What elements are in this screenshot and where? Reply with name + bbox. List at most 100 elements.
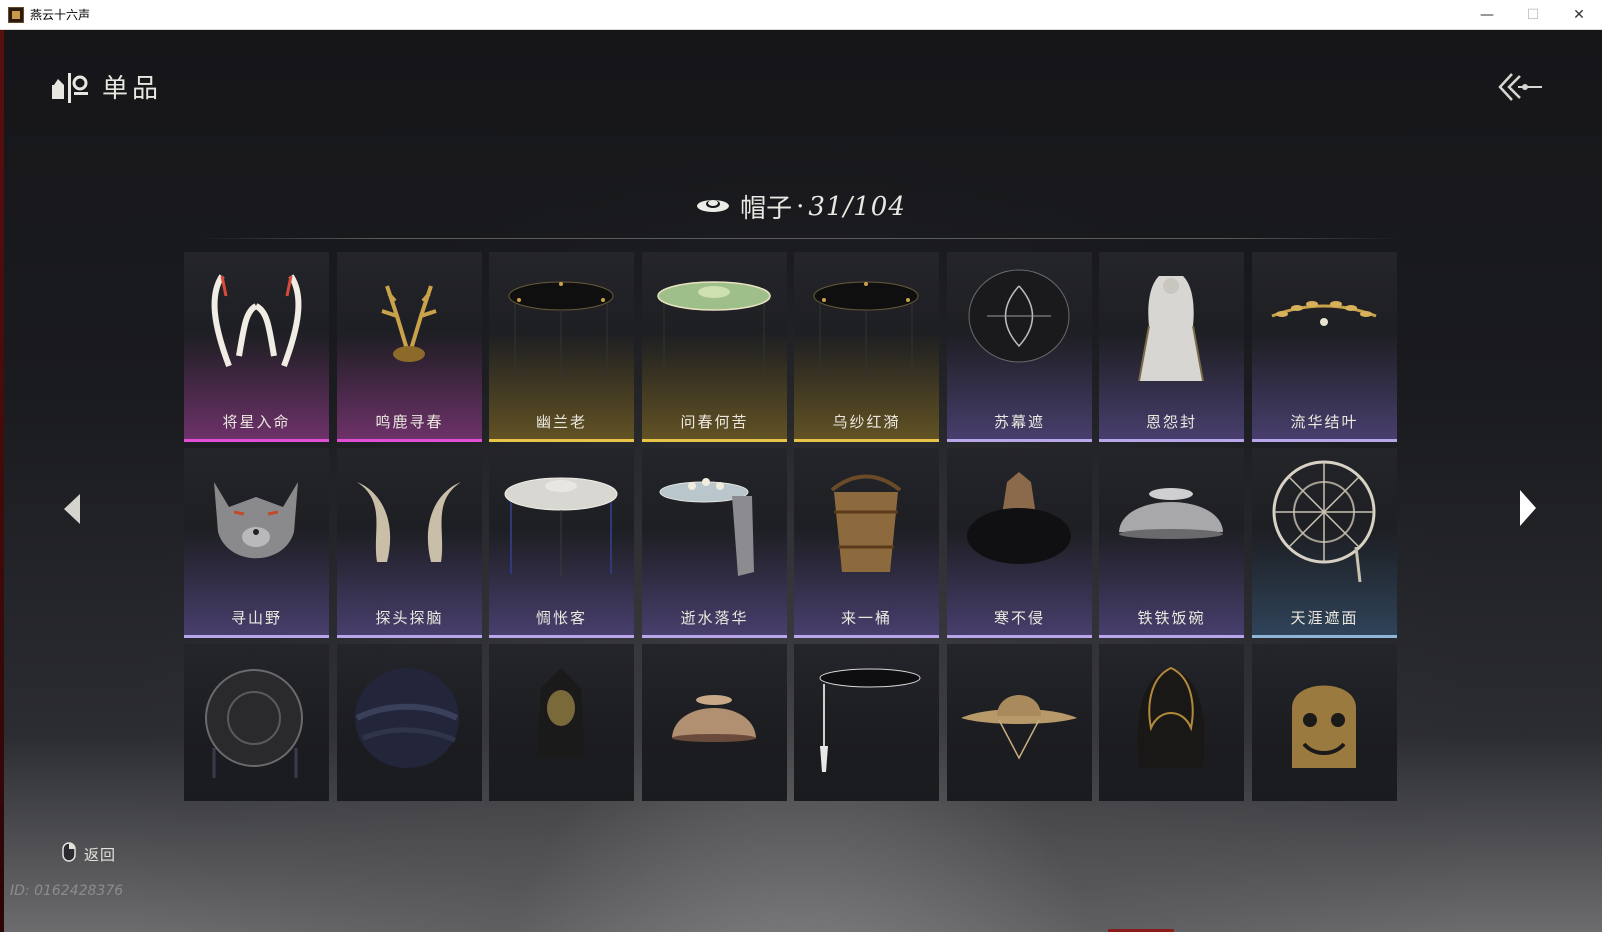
golden-antlers-icon xyxy=(337,256,482,396)
item-name: 来一桶 xyxy=(840,609,892,627)
tasseled-flat-hat-icon xyxy=(794,648,939,788)
item-card[interactable]: 问春何苦 xyxy=(642,252,787,442)
footer-back-button[interactable]: 返回 xyxy=(62,842,116,866)
rarity-bar xyxy=(489,635,634,638)
item-name: 寻山野 xyxy=(230,609,282,627)
minimize-button[interactable]: — xyxy=(1464,0,1510,30)
rattan-frame-hat-icon xyxy=(1252,452,1397,592)
item-name: 问春何苦 xyxy=(680,413,749,431)
maximize-button[interactable]: ☐ xyxy=(1510,0,1556,30)
user-id: ID: 0162428376 xyxy=(10,883,124,899)
white-hood-icon xyxy=(1099,256,1244,396)
item-card[interactable] xyxy=(794,644,939,801)
item-card[interactable] xyxy=(489,644,634,801)
rarity-bar xyxy=(642,635,787,638)
item-card[interactable] xyxy=(642,644,787,801)
item-card[interactable]: 探头探脑 xyxy=(337,448,482,638)
green-veiled-hat-icon xyxy=(642,256,787,396)
rarity-bar xyxy=(794,635,939,638)
wolf-head-icon xyxy=(184,452,329,592)
rarity-bar xyxy=(337,439,482,442)
wardrobe-icon xyxy=(50,69,90,105)
rarity-bar xyxy=(1252,635,1397,638)
category-name: 帽子 xyxy=(740,194,793,224)
item-card[interactable] xyxy=(337,644,482,801)
item-name: 探头探脑 xyxy=(375,609,444,627)
black-veiled-hat-icon xyxy=(794,256,939,396)
item-card[interactable]: 惆怅客 xyxy=(489,448,634,638)
item-name: 逝水落华 xyxy=(680,609,749,627)
white-veiled-hat-icon xyxy=(489,452,634,592)
barrel-hat-icon xyxy=(794,452,939,592)
iron-bowl-icon xyxy=(1099,452,1244,592)
hat-category-icon xyxy=(696,196,730,218)
rarity-bar xyxy=(184,635,329,638)
rarity-bar xyxy=(1252,439,1397,442)
item-name: 流华结叶 xyxy=(1290,413,1359,431)
item-card[interactable]: 恩怨封 xyxy=(1099,252,1244,442)
rarity-bar xyxy=(947,439,1092,442)
item-name: 铁铁饭碗 xyxy=(1137,609,1206,627)
rarity-bar xyxy=(947,635,1092,638)
collection-count: 31/104 xyxy=(808,191,906,222)
mouse-right-click-icon xyxy=(62,842,76,866)
dark-hood-icon xyxy=(1099,648,1244,788)
item-card[interactable]: 寻山野 xyxy=(184,448,329,638)
rarity-bar xyxy=(1099,439,1244,442)
black-veiled-hat-icon xyxy=(489,256,634,396)
item-name: 惆怅客 xyxy=(535,609,587,627)
page-title: 单品 xyxy=(102,74,163,104)
rarity-bar xyxy=(184,439,329,442)
rarity-bar xyxy=(489,439,634,442)
next-page-arrow-icon[interactable] xyxy=(1516,486,1540,530)
window-controls: — ☐ ✕ xyxy=(1464,0,1602,30)
item-card[interactable]: 幽兰老 xyxy=(489,252,634,442)
laurel-crown-icon xyxy=(1252,256,1397,396)
rarity-bar xyxy=(1099,635,1244,638)
white-antlers-icon xyxy=(184,256,329,396)
item-name: 幽兰老 xyxy=(535,413,587,431)
back-arrow-icon[interactable] xyxy=(1498,70,1544,104)
bronze-mask-icon xyxy=(1252,648,1397,788)
item-card[interactable] xyxy=(947,644,1092,801)
category-separator: · xyxy=(796,191,805,222)
item-card[interactable] xyxy=(1252,644,1397,801)
item-name: 天涯遮面 xyxy=(1290,609,1359,627)
item-card[interactable] xyxy=(1099,644,1244,801)
item-name: 鸣鹿寻春 xyxy=(375,413,444,431)
woven-round-hat-icon xyxy=(184,648,329,788)
item-name: 寒不侵 xyxy=(993,609,1045,627)
dark-wrapped-hat-icon xyxy=(337,648,482,788)
back-label: 返回 xyxy=(84,845,117,864)
rarity-bar xyxy=(794,439,939,442)
straw-hat-icon xyxy=(947,648,1092,788)
page-header: 单品 xyxy=(50,68,162,105)
item-card[interactable]: 逝水落华 xyxy=(642,448,787,638)
item-card[interactable]: 苏幕遮 xyxy=(947,252,1092,442)
game-viewport: 单品 帽子 · 31/104 将星入命 鸣鹿寻春 幽兰老 问春何苦 乌纱红漪 苏幕遮 恩怨封… xyxy=(0,30,1602,932)
item-name: 将星入命 xyxy=(222,413,291,431)
title-divider xyxy=(198,238,1404,239)
category-heading: 帽子 · 31/104 xyxy=(0,188,1602,225)
window-title: 燕云十六声 xyxy=(30,8,91,22)
item-card[interactable]: 鸣鹿寻春 xyxy=(337,252,482,442)
item-card[interactable]: 来一桶 xyxy=(794,448,939,638)
rarity-bar xyxy=(642,439,787,442)
rarity-bar xyxy=(337,635,482,638)
item-card[interactable]: 天涯遮面 xyxy=(1252,448,1397,638)
clay-bowl-icon xyxy=(642,648,787,788)
flower-scarf-hat-icon xyxy=(642,452,787,592)
item-name: 恩怨封 xyxy=(1145,413,1197,431)
close-button[interactable]: ✕ xyxy=(1556,0,1602,30)
item-card[interactable]: 将星入命 xyxy=(184,252,329,442)
fur-hat-icon xyxy=(947,452,1092,592)
previous-page-arrow-icon[interactable] xyxy=(60,490,84,528)
dark-helmet-icon xyxy=(489,648,634,788)
item-card[interactable]: 流华结叶 xyxy=(1252,252,1397,442)
item-name: 苏幕遮 xyxy=(993,413,1045,431)
item-card[interactable]: 乌纱红漪 xyxy=(794,252,939,442)
window-titlebar: 燕云十六声 — ☐ ✕ xyxy=(0,0,1602,30)
item-card[interactable]: 寒不侵 xyxy=(947,448,1092,638)
item-card[interactable]: 铁铁饭碗 xyxy=(1099,448,1244,638)
item-card[interactable] xyxy=(184,644,329,801)
